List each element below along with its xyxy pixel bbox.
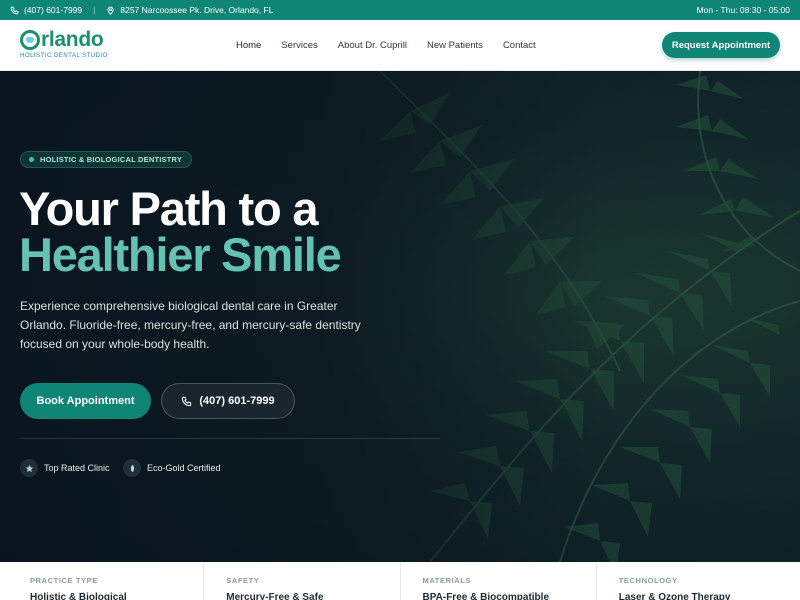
feature-value: BPA-Free & Biocompatible — [422, 592, 550, 600]
features-strip: PRACTICE TYPE Holistic & Biological SAFE… — [0, 562, 800, 600]
badge-dot-icon — [29, 157, 34, 162]
trust-label-top-rated: Top Rated Clinic — [44, 463, 110, 473]
star-icon — [20, 459, 38, 477]
logo-tooth-icon — [20, 30, 40, 50]
logo-word-text: rlando — [41, 28, 104, 51]
book-appointment-button[interactable]: Book Appointment — [20, 383, 151, 419]
feature-value: Laser & Ozone Therapy — [618, 592, 731, 600]
call-phone-button[interactable]: (407) 601-7999 — [161, 383, 295, 419]
logo-wordmark: rlando — [20, 29, 112, 51]
hero-category-badge: HOLISTIC & BIOLOGICAL DENTISTRY — [20, 151, 193, 168]
top-info-bar: (407) 601-7999 | 8257 Narcoossee Pk. Dri… — [0, 0, 800, 20]
hero-title-line1: Your Path to a — [19, 182, 318, 235]
call-phone-label: (407) 601-7999 — [199, 395, 275, 407]
trust-item-top-rated: Top Rated Clinic — [20, 459, 110, 477]
topbar-separator: | — [93, 5, 96, 15]
topbar-address: 8257 Narcoossee Pk. Drive, Orlando, FL — [106, 5, 273, 15]
trust-item-eco-gold: Eco-Gold Certified — [123, 459, 221, 477]
feature-practice-type: PRACTICE TYPE Holistic & Biological — [8, 562, 205, 600]
feature-technology: TECHNOLOGY Laser & Ozone Therapy — [597, 562, 792, 600]
hero-section: HOLISTIC & BIOLOGICAL DENTISTRY Your Pat… — [0, 71, 800, 562]
badge-text: HOLISTIC & BIOLOGICAL DENTISTRY — [40, 155, 183, 164]
trust-label-eco-gold: Eco-Gold Certified — [147, 463, 221, 473]
feature-safety: SAFETY Mercury-Free & Safe — [204, 562, 401, 600]
feature-value: Mercury-Free & Safe — [226, 592, 324, 600]
nav-item-new-patients[interactable]: New Patients — [427, 40, 483, 51]
phone-icon — [182, 396, 192, 406]
topbar-phone[interactable]: (407) 601-7999 — [10, 5, 82, 15]
topbar-hours: Mon - Thu: 08:30 - 05:00 — [696, 5, 790, 15]
feature-label: SAFETY — [226, 576, 260, 585]
site-logo[interactable]: rlando HOLISTIC DENTAL STUDIO — [20, 29, 112, 63]
leaf-icon — [123, 459, 141, 477]
request-appointment-button[interactable]: Request Appointment — [662, 32, 780, 58]
feature-label: PRACTICE TYPE — [30, 576, 98, 585]
feature-value: Holistic & Biological — [30, 592, 127, 600]
feature-label: MATERIALS — [422, 576, 472, 585]
nav-item-about[interactable]: About Dr. Cuprill — [338, 40, 407, 51]
topbar-phone-text: (407) 601-7999 — [24, 5, 83, 15]
feature-label: TECHNOLOGY — [618, 576, 678, 585]
nav-item-services[interactable]: Services — [281, 40, 317, 51]
hero-divider — [20, 438, 440, 439]
phone-icon — [10, 6, 19, 14]
nav-menu: Home Services About Dr. Cuprill New Pati… — [236, 20, 556, 71]
hero-description: Experience comprehensive biological dent… — [20, 299, 361, 351]
feature-materials: MATERIALS BPA-Free & Biocompatible — [401, 562, 597, 600]
hero-title-line2: Healthier Smile — [19, 228, 342, 281]
map-pin-icon — [107, 6, 114, 15]
nav-item-contact[interactable]: Contact — [503, 40, 536, 51]
logo-tagline: HOLISTIC DENTAL STUDIO — [20, 52, 108, 59]
main-navigation: rlando HOLISTIC DENTAL STUDIO Home Servi… — [0, 20, 800, 71]
nav-item-home[interactable]: Home — [236, 40, 261, 51]
topbar-address-text: 8257 Narcoossee Pk. Drive, Orlando, FL — [120, 5, 274, 15]
